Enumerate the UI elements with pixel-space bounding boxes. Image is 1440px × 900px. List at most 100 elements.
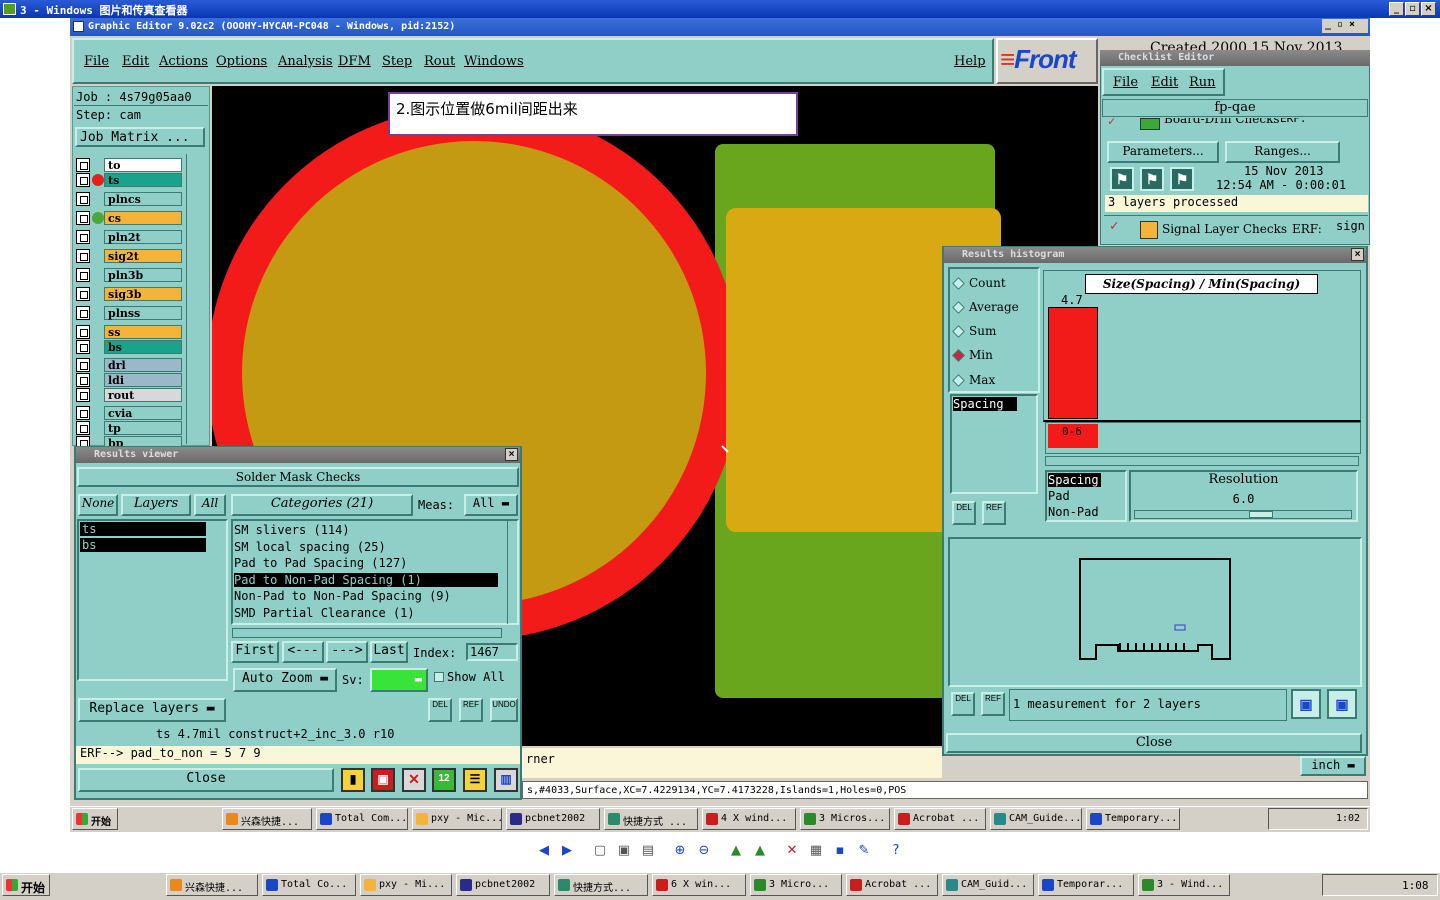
viewer-maximize-button[interactable]: ▫ — [1405, 2, 1420, 16]
prev-button[interactable]: <--- — [282, 641, 324, 663]
preview-ref-button[interactable]: REF — [981, 692, 1005, 716]
best-fit-icon[interactable]: ▢ — [592, 843, 608, 859]
outer-task[interactable]: pxy - Mi... — [360, 874, 452, 896]
categories-vscroll[interactable] — [507, 520, 518, 624]
outer-task[interactable]: 3 Micro... — [750, 874, 842, 896]
inner-task[interactable]: Temporary... — [1086, 808, 1180, 830]
layer-row[interactable]: plnss — [76, 306, 182, 320]
layer-checkbox[interactable] — [76, 340, 90, 354]
histogram-bar[interactable] — [1048, 307, 1098, 419]
menu-dfm[interactable]: DFM — [338, 54, 371, 69]
categories-hscroll[interactable] — [232, 628, 502, 638]
inner-task[interactable]: pxy - Mic... — [412, 808, 502, 830]
result-layer-ts[interactable]: ts — [80, 522, 206, 536]
histogram-measure-item[interactable]: Spacing — [953, 397, 1017, 411]
inner-task[interactable]: CAM_Guide... — [990, 808, 1082, 830]
ge-window-buttons[interactable]: _▫× — [1322, 19, 1368, 33]
zoom-out-viewer-icon[interactable]: ⊖ — [696, 843, 712, 859]
auto-zoom-dropdown[interactable]: Auto Zoom ▬ — [233, 668, 337, 692]
type-spacing[interactable]: Spacing — [1048, 473, 1101, 487]
layer-checkbox[interactable] — [76, 388, 90, 402]
replace-layers-dropdown[interactable]: Replace layers ▬ — [78, 698, 226, 722]
layers-all-button[interactable]: All — [194, 494, 226, 516]
category-item[interactable]: SM local spacing (25) — [234, 540, 386, 554]
zoom-in-viewer-icon[interactable]: ⊕ — [672, 843, 688, 859]
outer-start-button[interactable]: 开始 — [2, 874, 50, 896]
menu-options[interactable]: Options — [216, 54, 267, 69]
histogram-hscroll[interactable] — [1045, 456, 1359, 466]
outer-task[interactable]: Temporar... — [1038, 874, 1134, 896]
type-pad[interactable]: Pad — [1048, 489, 1070, 503]
show-all-checkbox[interactable] — [434, 672, 444, 682]
layers-button[interactable]: Layers — [121, 494, 191, 516]
chart-tool-icon[interactable]: ▥ — [494, 768, 518, 792]
menu-help[interactable]: Help — [954, 54, 986, 69]
inner-start-button[interactable]: 开始 — [72, 808, 118, 830]
help-icon[interactable]: ? — [888, 843, 904, 859]
layer-row[interactable]: cvia — [76, 406, 182, 420]
zoom-in-icon[interactable]: ▣ — [1291, 689, 1321, 719]
layer-row[interactable]: pln2t — [76, 230, 182, 244]
layer-row[interactable]: sig3b — [76, 287, 182, 301]
category-item[interactable]: Non-Pad to Non-Pad Spacing (9) — [234, 589, 451, 603]
resolution-slider[interactable] — [1134, 510, 1352, 519]
run-icon-1[interactable]: ⚑ — [1110, 167, 1134, 191]
checklist-menu-run[interactable]: Run — [1189, 75, 1216, 90]
type-non-pad[interactable]: Non-Pad — [1048, 505, 1099, 519]
outer-task[interactable]: 兴森快捷... — [166, 874, 258, 896]
layer-checkbox[interactable] — [76, 192, 90, 206]
delete-tool-icon[interactable]: ✕ — [402, 768, 426, 792]
layer-row[interactable]: bs — [76, 340, 182, 354]
option-average[interactable]: Average — [952, 300, 1019, 314]
outer-task[interactable]: CAM_Guid... — [942, 874, 1034, 896]
job-matrix-button[interactable]: Job Matrix ... — [75, 127, 205, 147]
print-icon[interactable]: ▦ — [808, 843, 824, 859]
layer-row[interactable]: ts — [76, 173, 182, 187]
edit-icon[interactable]: ✎ — [856, 843, 872, 859]
option-max[interactable]: Max — [952, 373, 995, 387]
inner-task[interactable]: Total Com... — [316, 808, 408, 830]
category-item[interactable]: Pad to Non-Pad Spacing (1) — [234, 572, 498, 587]
outer-task[interactable]: 3 - Wind... — [1138, 874, 1230, 896]
rv-ref-button[interactable]: REF — [459, 698, 483, 722]
rv-close-button[interactable]: Close — [78, 768, 334, 792]
inner-task[interactable]: 兴森快捷... — [222, 808, 312, 830]
layer-checkbox[interactable] — [76, 306, 90, 320]
number-tool-icon[interactable]: 12 — [432, 768, 456, 792]
menu-windows[interactable]: Windows — [464, 54, 524, 69]
layer-checkbox[interactable] — [76, 173, 90, 187]
highlight-tool-icon[interactable]: ▣ — [371, 768, 395, 792]
layer-row[interactable]: pln3b — [76, 268, 182, 282]
inner-task[interactable]: Acrobat ... — [894, 808, 986, 830]
save-icon[interactable]: ▪ — [832, 843, 848, 859]
menu-edit[interactable]: Edit — [122, 54, 149, 69]
menu-step[interactable]: Step — [382, 54, 412, 69]
outer-task[interactable]: pcbnet2002 — [456, 874, 550, 896]
menu-file[interactable]: File — [84, 54, 109, 69]
board-preview[interactable] — [948, 537, 1362, 687]
meas-dropdown[interactable]: All ▬ — [464, 494, 518, 516]
inner-task[interactable]: pcbnet2002 — [506, 808, 600, 830]
option-min[interactable]: Min — [952, 348, 993, 362]
histogram-close-icon[interactable]: × — [1351, 248, 1364, 261]
hist-del-button[interactable]: DEL — [952, 501, 976, 525]
last-button[interactable]: Last — [370, 641, 408, 663]
zoom-out-icon[interactable]: ▣ — [1327, 689, 1357, 719]
layer-checkbox[interactable] — [76, 211, 90, 225]
category-item[interactable]: Pad to Pad Spacing (127) — [234, 556, 407, 570]
outer-task[interactable]: Acrobat ... — [846, 874, 938, 896]
units-dropdown[interactable]: inch ▬ — [1300, 756, 1366, 776]
results-viewer-close-icon[interactable]: × — [505, 448, 518, 461]
layer-checkbox[interactable] — [76, 358, 90, 372]
category-item[interactable]: SMD Partial Clearance (1) — [234, 606, 415, 620]
checklist-menu-edit[interactable]: Edit — [1151, 75, 1178, 90]
layer-checkbox[interactable] — [76, 406, 90, 420]
outer-task[interactable]: 快捷方式... — [554, 874, 648, 896]
layer-checkbox[interactable] — [76, 325, 90, 339]
layers-none-button[interactable]: None — [78, 494, 118, 516]
outer-task[interactable]: 6 X win... — [652, 874, 746, 896]
option-sum[interactable]: Sum — [952, 324, 996, 338]
layer-row[interactable]: tp — [76, 421, 182, 435]
layer-row[interactable]: plncs — [76, 192, 182, 206]
layer-row[interactable]: cs — [76, 211, 182, 225]
